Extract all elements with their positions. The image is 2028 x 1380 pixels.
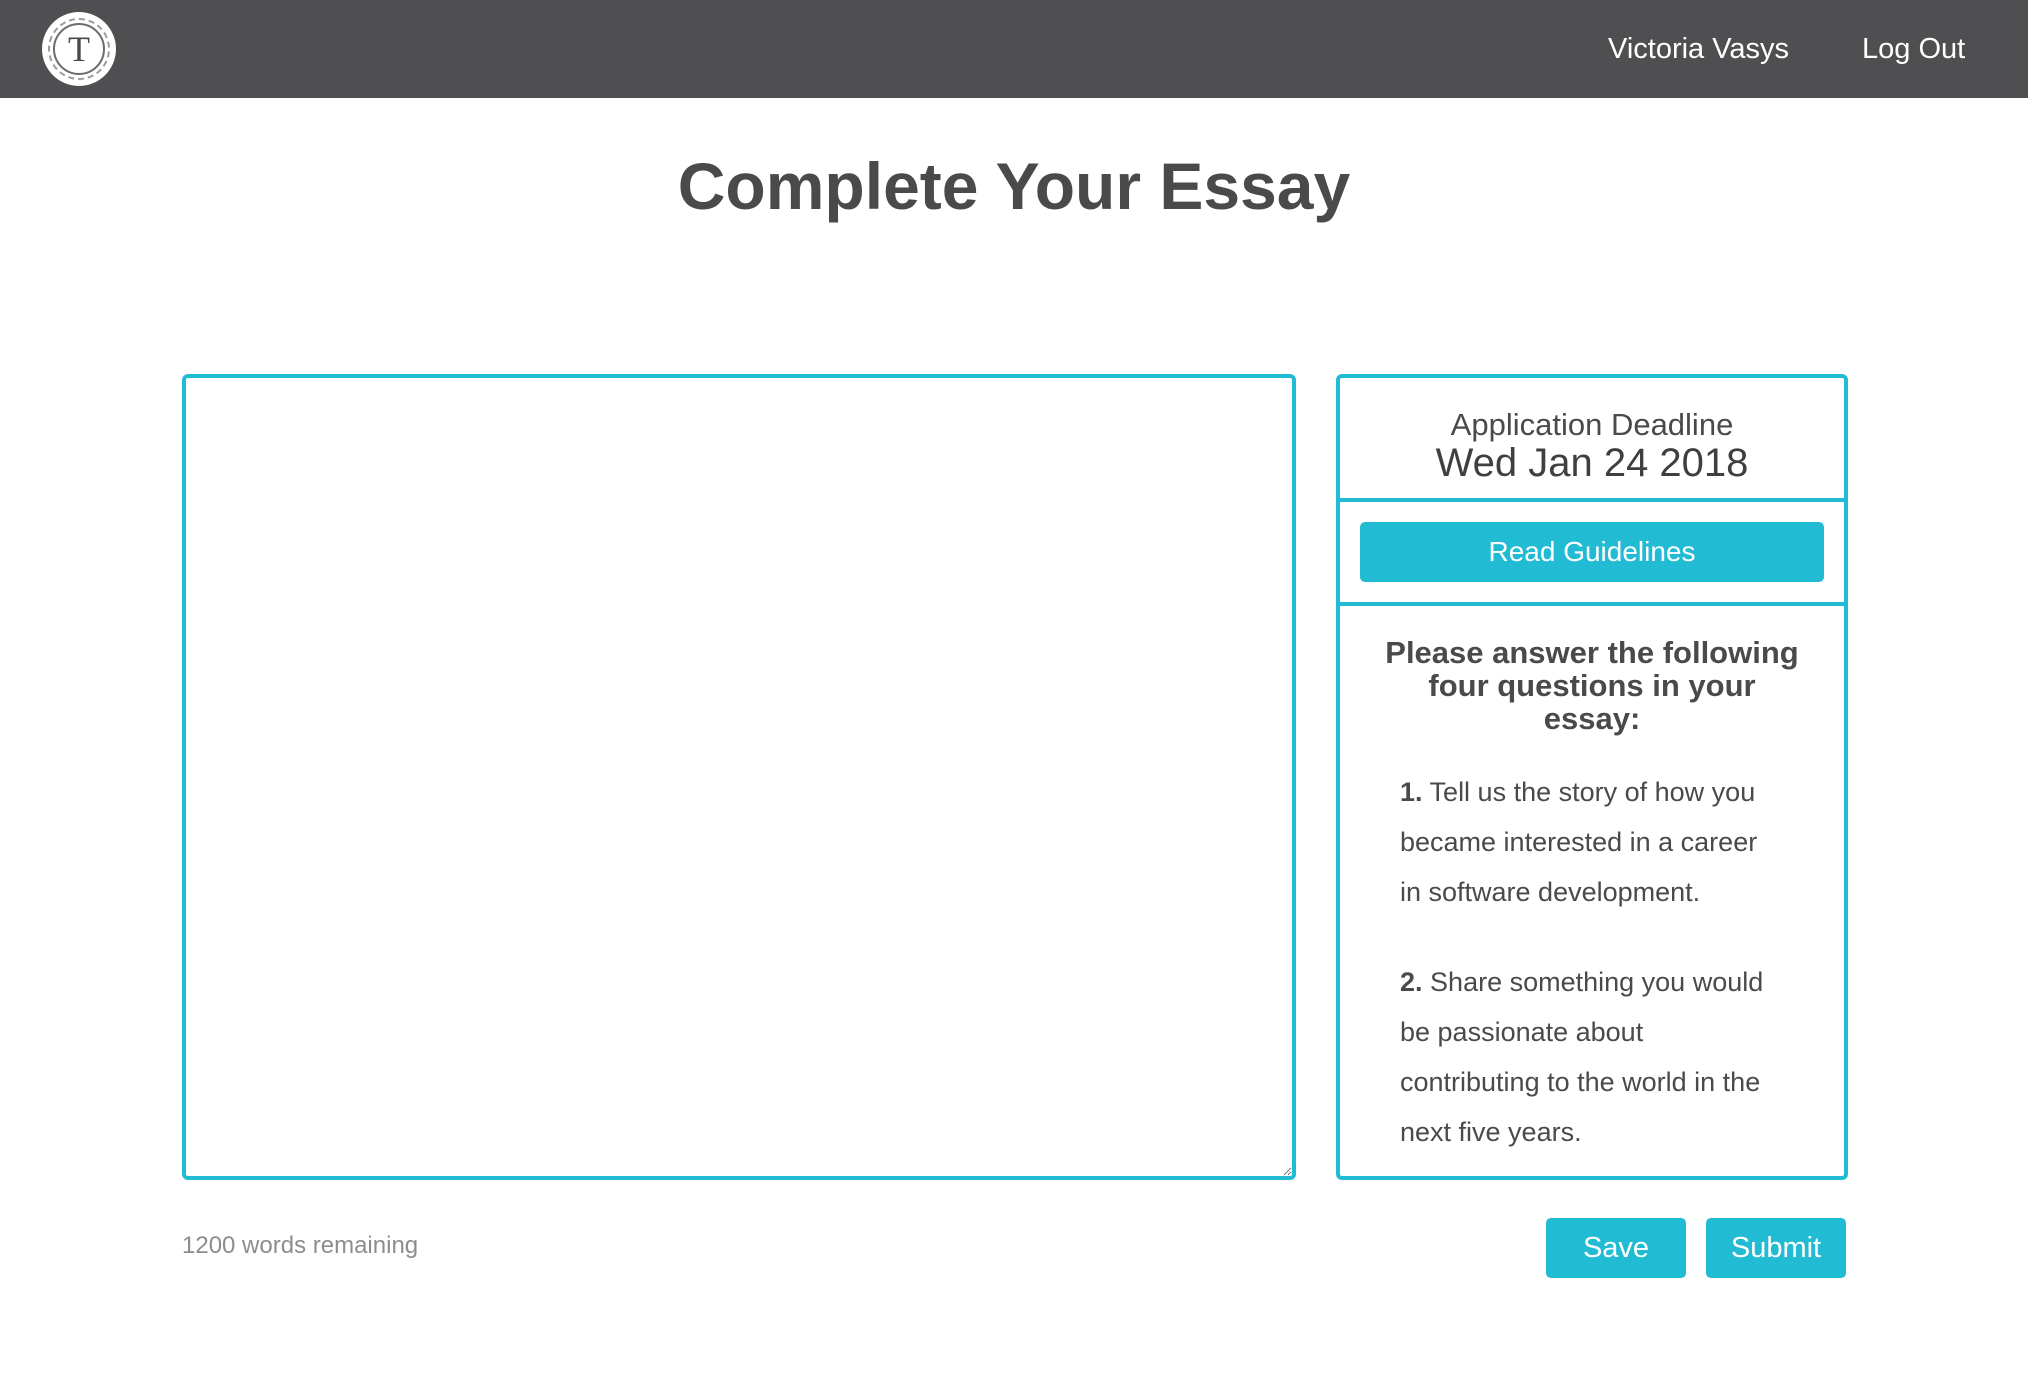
- page-title: Complete Your Essay: [677, 149, 1351, 223]
- submit-button[interactable]: Submit: [1706, 1218, 1846, 1278]
- logo-ring: T: [48, 18, 110, 80]
- question-item: 2. Share something you would be passiona…: [1400, 957, 1780, 1157]
- prompt-heading: Please answer the following four questio…: [1385, 635, 1799, 736]
- question-number: 1.: [1400, 777, 1423, 807]
- deadline-date: Wed Jan 24 2018: [1435, 441, 1749, 485]
- essay-prompt-section: Please answer the following four questio…: [1340, 606, 1844, 1157]
- question-item: 1. Tell us the story of how you became i…: [1400, 767, 1780, 917]
- deadline-section: Application Deadline Wed Jan 24 2018: [1340, 378, 1844, 502]
- seal-logo-icon[interactable]: T: [42, 12, 116, 86]
- question-number: 2.: [1400, 967, 1423, 997]
- top-navigation-bar: T Victoria Vasys Log Out: [0, 0, 2028, 98]
- logo-letter: T: [53, 23, 105, 75]
- user-name-link[interactable]: Victoria Vasys: [1608, 0, 1789, 98]
- question-text: Tell us the story of how you became inte…: [1400, 777, 1758, 907]
- read-guidelines-button[interactable]: Read Guidelines: [1360, 522, 1824, 582]
- question-list: 1. Tell us the story of how you became i…: [1400, 767, 1780, 1157]
- guidelines-section: Read Guidelines: [1340, 502, 1844, 606]
- save-button[interactable]: Save: [1546, 1218, 1686, 1278]
- question-text: Share something you would be passionate …: [1400, 967, 1764, 1147]
- words-remaining-counter: 1200 words remaining: [182, 1232, 419, 1259]
- essay-info-panel: Application Deadline Wed Jan 24 2018 Rea…: [1336, 374, 1848, 1180]
- logout-link[interactable]: Log Out: [1862, 0, 1965, 98]
- deadline-label: Application Deadline: [1450, 407, 1734, 442]
- essay-textarea[interactable]: [182, 374, 1296, 1180]
